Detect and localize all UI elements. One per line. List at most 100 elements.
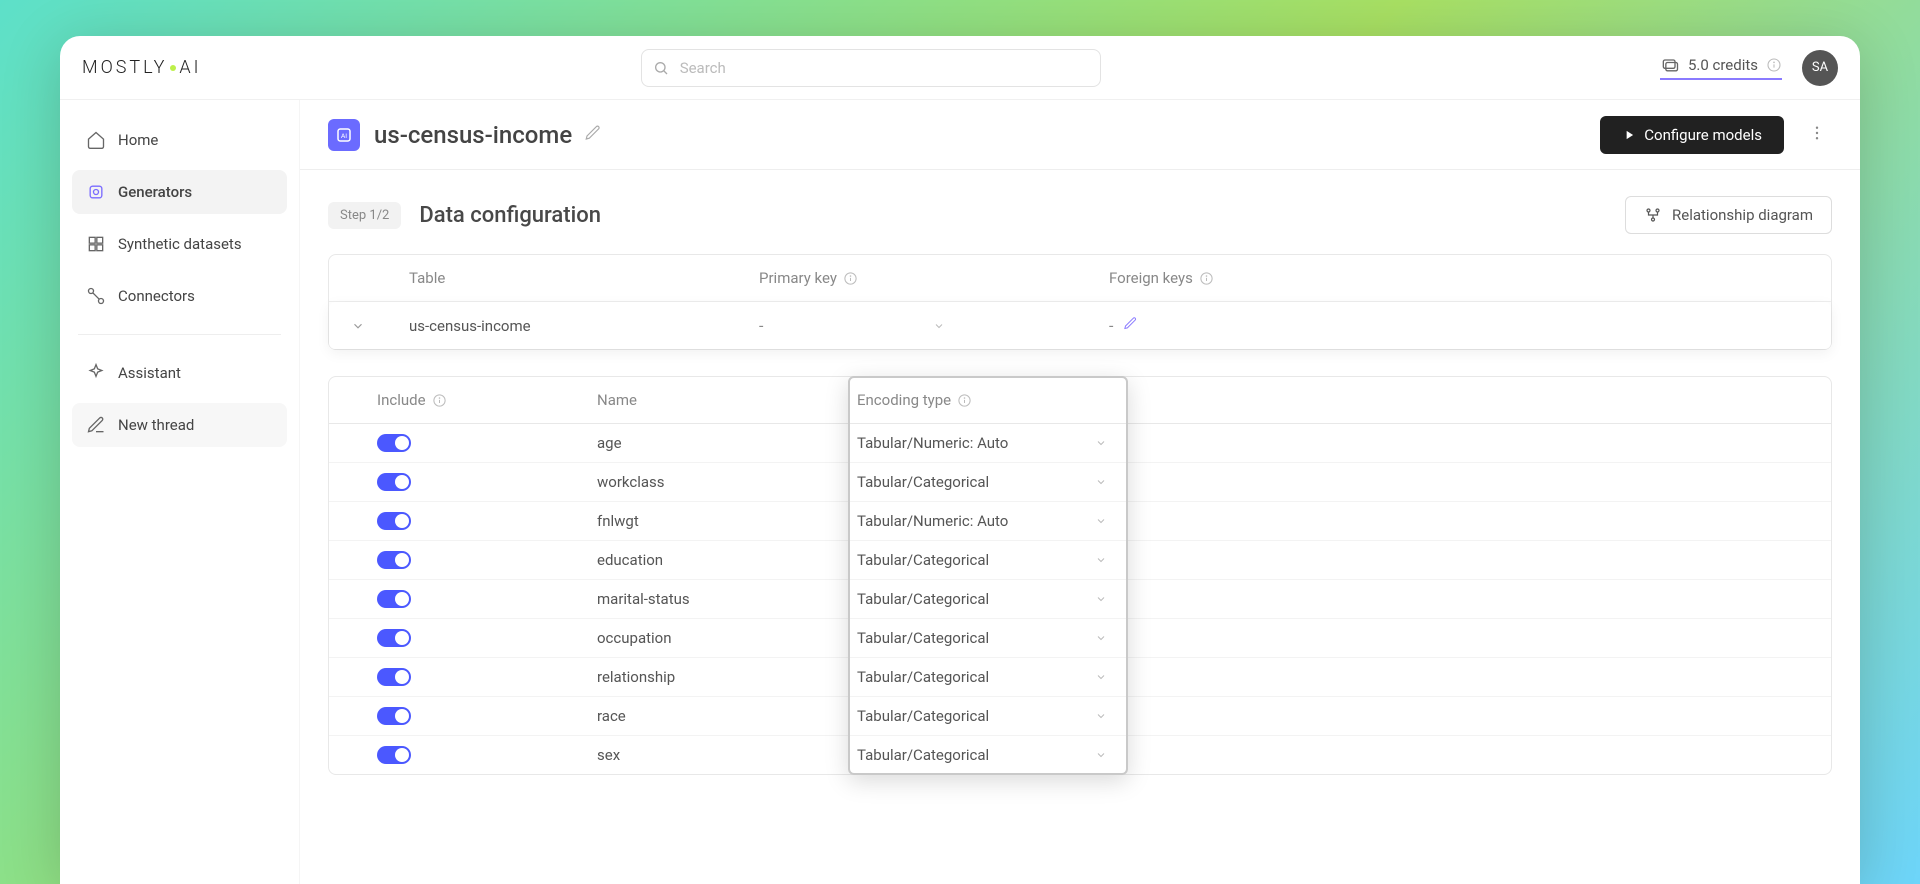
column-name: relationship: [597, 668, 857, 686]
edit-title-button[interactable]: [584, 124, 602, 146]
column-name: race: [597, 707, 857, 725]
th-fk-label: Foreign keys: [1109, 269, 1193, 287]
include-toggle[interactable]: [377, 629, 411, 647]
col-header-name: Name: [597, 391, 857, 409]
chevron-down-icon: [1095, 749, 1107, 761]
include-toggle[interactable]: [377, 707, 411, 725]
col-header-encoding-label: Encoding type: [857, 391, 951, 409]
column-row: age Tabular/Numeric: Auto: [329, 424, 1831, 462]
encoding-value: Tabular/Categorical: [857, 590, 989, 608]
sidebar-item-connectors[interactable]: Connectors: [72, 274, 287, 318]
table-row[interactable]: us-census-income - -: [329, 302, 1831, 349]
encoding-select[interactable]: Tabular/Categorical: [857, 590, 1127, 608]
th-table: Table: [409, 269, 759, 287]
more-button[interactable]: [1802, 118, 1832, 152]
connectors-icon: [86, 286, 106, 306]
encoding-select[interactable]: Tabular/Numeric: Auto: [857, 512, 1127, 530]
primary-key-select[interactable]: -: [759, 316, 1109, 335]
th-foreign-keys: Foreign keys: [1109, 269, 1809, 287]
encoding-value: Tabular/Categorical: [857, 707, 989, 725]
foreign-keys-cell: -: [1109, 316, 1809, 335]
include-cell: [377, 434, 597, 452]
column-row: marital-status Tabular/Categorical: [329, 579, 1831, 618]
column-name: occupation: [597, 629, 857, 647]
body: Home Generators Synthetic datasets Conne…: [60, 100, 1860, 884]
info-icon[interactable]: [1199, 271, 1214, 286]
more-vertical-icon: [1808, 124, 1826, 142]
dataset-title: us-census-income: [374, 121, 572, 149]
expand-toggle[interactable]: [351, 319, 409, 333]
column-row: occupation Tabular/Categorical: [329, 618, 1831, 657]
chevron-down-icon: [1095, 632, 1107, 644]
configure-models-button[interactable]: Configure models: [1600, 116, 1784, 154]
encoding-select[interactable]: Tabular/Numeric: Auto: [857, 434, 1127, 452]
encoding-select[interactable]: Tabular/Categorical: [857, 629, 1127, 647]
column-row: education Tabular/Categorical: [329, 540, 1831, 579]
chevron-down-icon: [1095, 515, 1107, 527]
svg-text:AI: AI: [341, 132, 347, 140]
sidebar: Home Generators Synthetic datasets Conne…: [60, 100, 300, 884]
sidebar-separator: [78, 334, 281, 335]
synthetic-icon: [86, 234, 106, 254]
include-cell: [377, 629, 597, 647]
sidebar-label-generators: Generators: [118, 183, 192, 201]
include-toggle[interactable]: [377, 746, 411, 764]
info-icon[interactable]: [957, 393, 972, 408]
column-row: relationship Tabular/Categorical: [329, 657, 1831, 696]
sidebar-item-synthetic[interactable]: Synthetic datasets: [72, 222, 287, 266]
chevron-down-icon: [1095, 437, 1107, 449]
include-cell: [377, 746, 597, 764]
col-header-include: Include: [377, 391, 597, 409]
columns-header-row: Include Name Encoding type: [328, 376, 1832, 424]
sidebar-item-home[interactable]: Home: [72, 118, 287, 162]
encoding-value: Tabular/Categorical: [857, 629, 989, 647]
info-icon[interactable]: [1766, 57, 1782, 73]
include-toggle[interactable]: [377, 434, 411, 452]
sidebar-item-generators[interactable]: Generators: [72, 170, 287, 214]
column-name: marital-status: [597, 590, 857, 608]
encoding-select[interactable]: Tabular/Categorical: [857, 551, 1127, 569]
config-title: Data configuration: [419, 203, 601, 228]
logo-text-2: AI: [179, 57, 201, 78]
dataset-ai-icon: AI: [335, 126, 353, 144]
col-header-include-label: Include: [377, 391, 426, 409]
configure-models-label: Configure models: [1644, 126, 1762, 144]
diagram-icon: [1644, 206, 1662, 224]
sidebar-label-synthetic: Synthetic datasets: [118, 235, 242, 253]
sidebar-item-new-thread[interactable]: New thread: [72, 403, 287, 447]
encoding-select[interactable]: Tabular/Categorical: [857, 746, 1127, 764]
content-scroll[interactable]: Step 1/2 Data configuration Relationship…: [300, 170, 1860, 884]
step-badge: Step 1/2: [328, 202, 401, 229]
credits-display[interactable]: 5.0 credits: [1660, 55, 1782, 80]
include-toggle[interactable]: [377, 512, 411, 530]
sidebar-item-assistant[interactable]: Assistant: [72, 351, 287, 395]
encoding-value: Tabular/Numeric: Auto: [857, 434, 1008, 452]
chevron-down-icon: [1095, 554, 1107, 566]
info-icon[interactable]: [843, 271, 858, 286]
relationship-diagram-button[interactable]: Relationship diagram: [1625, 196, 1832, 234]
include-toggle[interactable]: [377, 668, 411, 686]
main: AI us-census-income Configure models Ste…: [300, 100, 1860, 884]
foreign-keys-value: -: [1109, 316, 1113, 335]
column-name: education: [597, 551, 857, 569]
include-toggle[interactable]: [377, 590, 411, 608]
search-input[interactable]: [641, 49, 1101, 87]
encoding-value: Tabular/Categorical: [857, 668, 989, 686]
encoding-select[interactable]: Tabular/Categorical: [857, 668, 1127, 686]
th-pk-label: Primary key: [759, 269, 837, 287]
encoding-select[interactable]: Tabular/Categorical: [857, 473, 1127, 491]
edit-foreign-keys-button[interactable]: [1123, 316, 1138, 335]
encoding-select[interactable]: Tabular/Categorical: [857, 707, 1127, 725]
include-toggle[interactable]: [377, 473, 411, 491]
chevron-down-icon: [933, 320, 945, 332]
home-icon: [86, 130, 106, 150]
info-icon[interactable]: [432, 393, 447, 408]
encoding-value: Tabular/Categorical: [857, 746, 989, 764]
config-header: Step 1/2 Data configuration Relationship…: [328, 196, 1832, 234]
columns-rows: age Tabular/Numeric: Auto workclass Tabu…: [328, 424, 1832, 775]
encoding-value: Tabular/Categorical: [857, 551, 989, 569]
column-row: workclass Tabular/Categorical: [329, 462, 1831, 501]
include-toggle[interactable]: [377, 551, 411, 569]
avatar[interactable]: SA: [1802, 50, 1838, 86]
app-window: MOSTLY AI 5.0 credits SA Home Generator: [60, 36, 1860, 884]
